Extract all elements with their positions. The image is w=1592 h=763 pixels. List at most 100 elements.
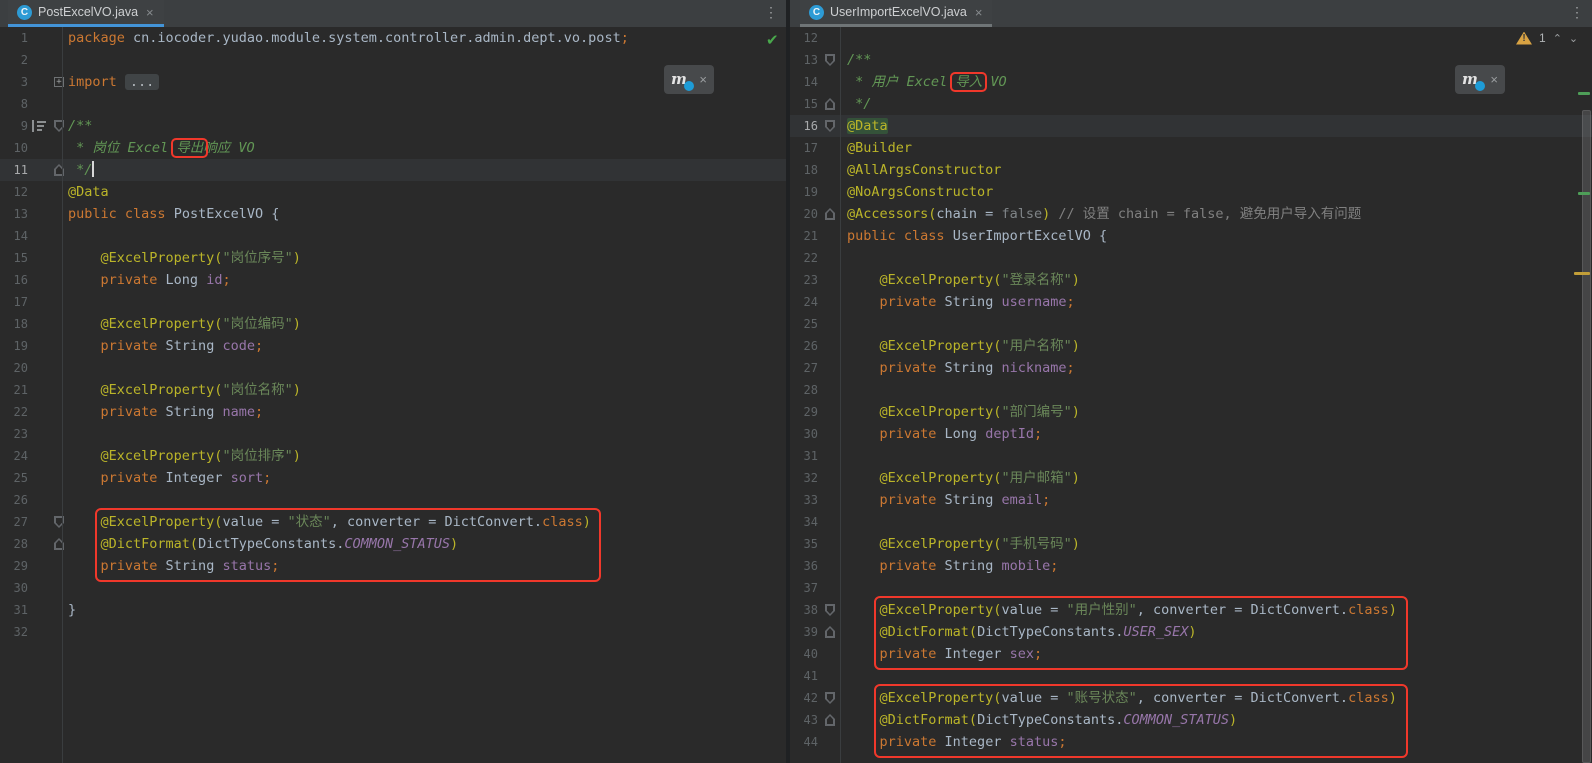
fold-end-icon[interactable] — [825, 714, 835, 726]
code-line[interactable]: 1package cn.iocoder.yudao.module.system.… — [0, 27, 786, 49]
code-line[interactable]: 12 — [790, 27, 1592, 49]
code-line[interactable]: 20@Accessors(chain = false) // 设置 chain … — [790, 203, 1592, 225]
code-line[interactable]: 18 @ExcelProperty("岗位编码") — [0, 313, 786, 335]
code-line[interactable]: 23 — [0, 423, 786, 445]
code-line[interactable]: 27 @ExcelProperty(value = "状态", converte… — [0, 511, 786, 533]
code-line[interactable]: 8 — [0, 93, 786, 115]
line-number[interactable]: 41 — [790, 665, 818, 687]
line-number[interactable]: 15 — [0, 247, 28, 269]
code-line[interactable]: 40 private Integer sex; — [790, 643, 1592, 665]
line-number[interactable]: 25 — [0, 467, 28, 489]
line-number[interactable]: 2 — [0, 49, 28, 71]
line-number[interactable]: 22 — [0, 401, 28, 423]
fold-start-icon[interactable] — [825, 120, 835, 132]
code-line[interactable]: 20 — [0, 357, 786, 379]
code-line[interactable]: 28 @DictFormat(DictTypeConstants.COMMON_… — [0, 533, 786, 555]
code-line[interactable]: 15 @ExcelProperty("岗位序号") — [0, 247, 786, 269]
code-line[interactable]: 35 @ExcelProperty("手机号码") — [790, 533, 1592, 555]
line-number[interactable]: 20 — [0, 357, 28, 379]
code-line[interactable]: 15 */ — [790, 93, 1592, 115]
line-number[interactable]: 29 — [790, 401, 818, 423]
line-number[interactable]: 42 — [790, 687, 818, 709]
line-number[interactable]: 1 — [0, 27, 28, 49]
code-line[interactable]: 29 private String status; — [0, 555, 786, 577]
code-line[interactable]: 12@Data — [0, 181, 786, 203]
line-number[interactable]: 14 — [790, 71, 818, 93]
fold-start-icon[interactable] — [825, 54, 835, 66]
fold-end-icon[interactable] — [825, 208, 835, 220]
code-line[interactable]: 17@Builder — [790, 137, 1592, 159]
code-line[interactable]: 25 private Integer sort; — [0, 467, 786, 489]
line-number[interactable]: 24 — [0, 445, 28, 467]
code-line[interactable]: 31} — [0, 599, 786, 621]
error-stripe-mark[interactable] — [1578, 192, 1590, 195]
line-number[interactable]: 32 — [0, 621, 28, 643]
line-number[interactable]: 11 — [0, 159, 28, 181]
code-line[interactable]: 37 — [790, 577, 1592, 599]
code-line[interactable]: 22 private String name; — [0, 401, 786, 423]
line-number[interactable]: 44 — [790, 731, 818, 753]
code-line[interactable]: 30 private Long deptId; — [790, 423, 1592, 445]
code-line[interactable]: 17 — [0, 291, 786, 313]
line-number[interactable]: 19 — [790, 181, 818, 203]
code-line[interactable]: 26 @ExcelProperty("用户名称") — [790, 335, 1592, 357]
code-line[interactable]: 39 @DictFormat(DictTypeConstants.USER_SE… — [790, 621, 1592, 643]
line-number[interactable]: 36 — [790, 555, 818, 577]
more-options-icon[interactable]: ⋮ — [764, 3, 778, 23]
line-number[interactable]: 10 — [0, 137, 28, 159]
code-line[interactable]: 10 * 岗位 Excel 导出响应 VO — [0, 137, 786, 159]
code-line[interactable]: 27 private String nickname; — [790, 357, 1592, 379]
next-problem-icon[interactable]: ⌄ — [1569, 32, 1578, 45]
line-number[interactable]: 15 — [790, 93, 818, 115]
line-number[interactable]: 37 — [790, 577, 818, 599]
code-line[interactable]: 33 private String email; — [790, 489, 1592, 511]
tab-userimportexcelvo[interactable]: C UserImportExcelVO.java × — [800, 0, 992, 27]
code-line[interactable]: 30 — [0, 577, 786, 599]
line-number[interactable]: 3 — [0, 71, 28, 93]
code-line[interactable]: 16@Data — [790, 115, 1592, 137]
line-number[interactable]: 33 — [790, 489, 818, 511]
code-line[interactable]: 21 @ExcelProperty("岗位名称") — [0, 379, 786, 401]
line-number[interactable]: 26 — [0, 489, 28, 511]
line-number[interactable]: 23 — [790, 269, 818, 291]
code-line[interactable]: 44 private Integer status; — [790, 731, 1592, 753]
line-number[interactable]: 16 — [790, 115, 818, 137]
code-line[interactable]: 16 private Long id; — [0, 269, 786, 291]
line-number[interactable]: 21 — [790, 225, 818, 247]
code-line[interactable]: 14 — [0, 225, 786, 247]
code-line[interactable]: 42 @ExcelProperty(value = "账号状态", conver… — [790, 687, 1592, 709]
error-stripe-mark[interactable] — [1578, 92, 1590, 95]
line-number[interactable]: 43 — [790, 709, 818, 731]
code-line[interactable]: 41 — [790, 665, 1592, 687]
line-number[interactable]: 25 — [790, 313, 818, 335]
code-line[interactable]: 25 — [790, 313, 1592, 335]
close-icon[interactable]: × — [1490, 72, 1498, 87]
line-number[interactable]: 17 — [790, 137, 818, 159]
prev-problem-icon[interactable]: ⌃ — [1553, 32, 1562, 45]
line-number[interactable]: 13 — [790, 49, 818, 71]
inspection-ok-icon[interactable]: ✔ — [766, 31, 779, 49]
line-number[interactable]: 27 — [0, 511, 28, 533]
floating-assistant-widget[interactable]: m × — [1455, 65, 1505, 94]
tab-postexcelvo[interactable]: C PostExcelVO.java × — [8, 0, 164, 27]
fold-end-icon[interactable] — [825, 98, 835, 110]
line-number[interactable]: 27 — [790, 357, 818, 379]
code-line[interactable]: 19 private String code; — [0, 335, 786, 357]
line-number[interactable]: 18 — [790, 159, 818, 181]
line-number[interactable]: 8 — [0, 93, 28, 115]
line-number[interactable]: 23 — [0, 423, 28, 445]
line-number[interactable]: 21 — [0, 379, 28, 401]
line-number[interactable]: 29 — [0, 555, 28, 577]
line-number[interactable]: 22 — [790, 247, 818, 269]
code-line[interactable]: 36 private String mobile; — [790, 555, 1592, 577]
line-number[interactable]: 16 — [0, 269, 28, 291]
code-line[interactable]: 23 @ExcelProperty("登录名称") — [790, 269, 1592, 291]
code-line[interactable]: 28 — [790, 379, 1592, 401]
code-editor-right[interactable]: 1213/**14 * 用户 Excel 导入 VO15 */16@Data17… — [790, 27, 1592, 763]
line-number[interactable]: 39 — [790, 621, 818, 643]
vertical-scrollbar[interactable] — [1582, 110, 1591, 763]
code-line[interactable]: 29 @ExcelProperty("部门编号") — [790, 401, 1592, 423]
code-line[interactable]: 11 */ — [0, 159, 786, 181]
inspections-widget[interactable]: 1 ⌃ ⌄ — [1516, 31, 1578, 45]
line-number[interactable]: 18 — [0, 313, 28, 335]
